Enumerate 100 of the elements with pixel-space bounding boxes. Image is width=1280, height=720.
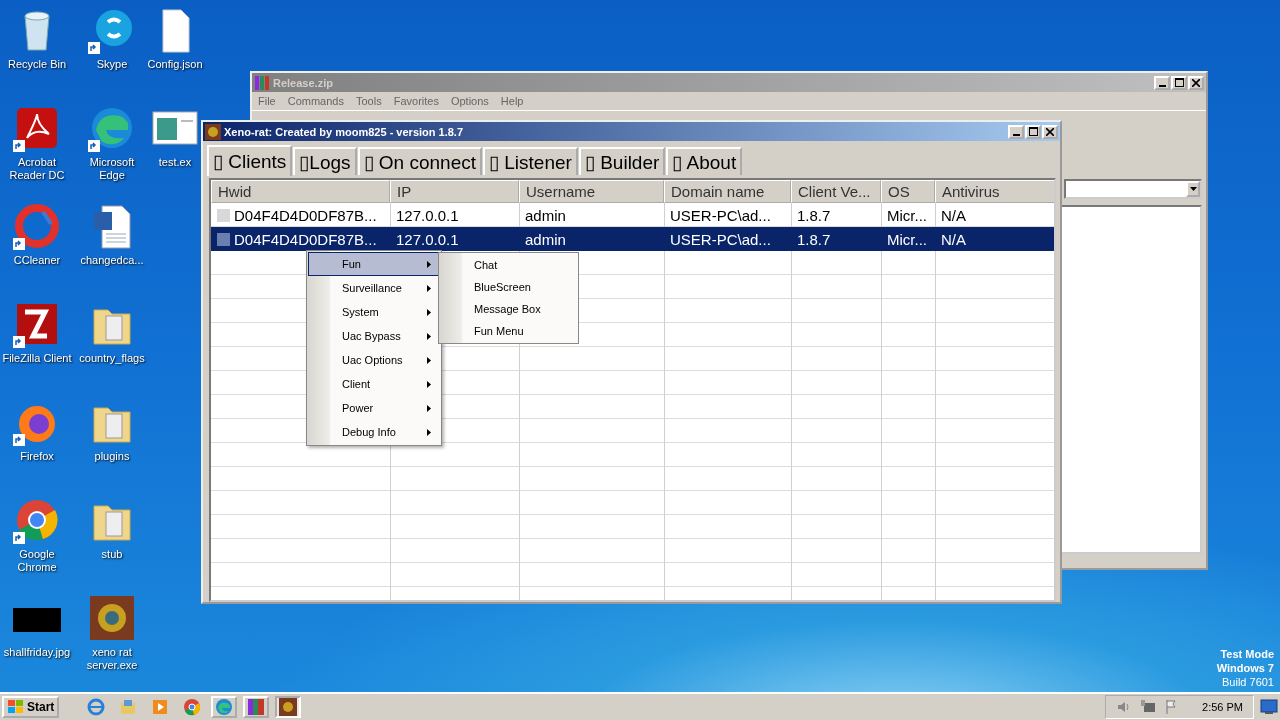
show-desktop-icon[interactable] [1260, 699, 1278, 715]
column-header[interactable]: IP [390, 180, 519, 203]
menu-item[interactable]: Message Box [440, 298, 577, 320]
window-title: Xeno-rat: Created by moom825 - version 1.8.7 [224, 125, 464, 138]
table-cell: N/A [941, 230, 966, 248]
table-cell: USER-PC\ad... [670, 230, 771, 248]
icon-label[interactable]: CCleaner [13, 254, 61, 267]
column-header[interactable]: Client Ve... [791, 180, 881, 203]
table-cell: D04F4D4D0DF87B... [234, 230, 377, 248]
column-header[interactable]: Hwid [211, 180, 390, 203]
icon-label[interactable]: test.ex [158, 156, 192, 169]
submenu-arrow-icon [427, 308, 431, 316]
icon-label[interactable]: country_flags [79, 352, 145, 365]
os-watermark: Build 7601 [1222, 675, 1274, 689]
column-header[interactable]: Username [519, 180, 664, 203]
submenu-arrow-icon [427, 428, 431, 436]
path-dropdown[interactable] [1064, 179, 1202, 199]
taskbar-button[interactable] [243, 696, 270, 718]
network-icon[interactable] [1140, 699, 1157, 715]
window-title: Release.zip [273, 76, 333, 89]
table-row[interactable]: D04F4D4D0DF87B... 127.0.0.1 admin USER-PC\ad... 1.8.7 Micr... N/A [211, 227, 1054, 251]
tab[interactable]: ▯ Listener [483, 147, 578, 175]
menu-item[interactable]: Debug Info [308, 420, 440, 444]
archive-icon [247, 698, 266, 716]
submenu-arrow-icon [427, 356, 431, 364]
taskbar-button[interactable] [211, 696, 238, 718]
windows-logo-icon [7, 699, 25, 715]
row-icon [217, 208, 230, 222]
edge-browser-icon [215, 698, 234, 716]
icon-label[interactable]: plugins [94, 450, 130, 463]
internet-explorer-icon [87, 698, 106, 716]
ccleaner-icon[interactable] [13, 202, 61, 250]
row-icon [217, 232, 230, 246]
close-icon [1192, 78, 1200, 87]
chrome-icon [183, 698, 202, 716]
menu-item[interactable]: Help [500, 95, 524, 107]
table-cell: D04F4D4D0DF87B... [234, 206, 377, 224]
menu-item[interactable]: Power [308, 396, 440, 420]
icon-label[interactable]: Acrobat Reader DC [1, 156, 73, 182]
submenu-arrow-icon [427, 404, 431, 412]
menu-item[interactable]: Fun [308, 252, 440, 276]
icon-label[interactable]: Skype [96, 58, 128, 71]
menu-item[interactable]: Commands [287, 95, 344, 107]
table-cell: USER-PC\ad... [670, 206, 771, 224]
icon-label[interactable]: Google Chrome [1, 548, 73, 574]
icon-label[interactable]: FileZilla Client [2, 352, 72, 365]
table-row[interactable]: D04F4D4D0DF87B... 127.0.0.1 admin USER-PC\ad... 1.8.7 Micr... N/A [211, 203, 1054, 227]
menu-item[interactable]: Surveillance [308, 276, 440, 300]
icon-label[interactable]: Recycle Bin [7, 58, 67, 71]
menu-item[interactable]: Favorites [393, 95, 439, 107]
menu-item[interactable]: Fun Menu [440, 320, 577, 342]
caret-icon [1189, 187, 1197, 191]
submenu-arrow-icon [427, 284, 431, 292]
icon-label[interactable]: Firefox [20, 450, 54, 463]
table-cell: admin [525, 230, 566, 248]
table-cell: admin [525, 206, 566, 224]
icon-label[interactable]: stub [101, 548, 123, 561]
icon-label[interactable]: Config.json [147, 58, 203, 71]
menu-item[interactable]: File [258, 95, 276, 107]
menu-item[interactable]: System [308, 300, 440, 324]
submenu-arrow-icon [427, 332, 431, 340]
menu-item[interactable]: Uac Bypass [308, 324, 440, 348]
menu-item[interactable]: Uac Options [308, 348, 440, 372]
tab[interactable]: ▯ Clients [207, 145, 293, 176]
column-header[interactable]: Antivirus [935, 180, 1054, 203]
icon-label[interactable]: changedca... [80, 254, 144, 267]
clock[interactable]: 2:56 PM [1202, 701, 1243, 713]
submenu-arrow-icon [427, 260, 431, 268]
tab[interactable]: ▯ Builder [578, 147, 666, 175]
menu-item[interactable]: BlueScreen [440, 276, 577, 298]
close-button[interactable] [1042, 124, 1058, 139]
icon-label[interactable]: shallfriday.jpg [3, 646, 71, 659]
tab[interactable]: ▯ About [666, 147, 743, 175]
column-header[interactable]: OS [881, 180, 935, 203]
menu-item[interactable]: Chat [440, 254, 577, 276]
taskbar-button[interactable] [275, 696, 302, 718]
icon-label[interactable]: Microsoft Edge [76, 156, 148, 182]
os-watermark: Test Mode [1220, 647, 1274, 661]
table-cell: N/A [941, 206, 966, 224]
column-header[interactable]: Domain name [664, 180, 791, 203]
minimize-icon [1158, 84, 1166, 87]
minimize-button[interactable] [1008, 124, 1024, 139]
program-icon [279, 698, 298, 716]
menu-item[interactable]: Tools [356, 95, 382, 107]
close-icon [1046, 127, 1054, 136]
tab[interactable]: ▯Logs [293, 147, 357, 175]
program-icon[interactable] [88, 594, 136, 642]
menu-item[interactable]: Options [450, 95, 489, 107]
table-cell: 1.8.7 [797, 230, 831, 248]
table-cell: Micr... [887, 206, 927, 224]
minimize-icon [1012, 133, 1020, 136]
menu-item[interactable]: Client [308, 372, 440, 396]
explorer-icon [119, 698, 138, 716]
maximize-icon [1028, 127, 1038, 136]
maximize-button[interactable] [1025, 124, 1041, 139]
start-button[interactable]: Start [2, 696, 60, 718]
tab[interactable]: ▯ On connect [357, 147, 482, 175]
archive-icon [254, 74, 270, 91]
os-watermark: Windows 7 [1216, 661, 1274, 675]
icon-label[interactable]: xeno rat server.exe [76, 646, 148, 672]
